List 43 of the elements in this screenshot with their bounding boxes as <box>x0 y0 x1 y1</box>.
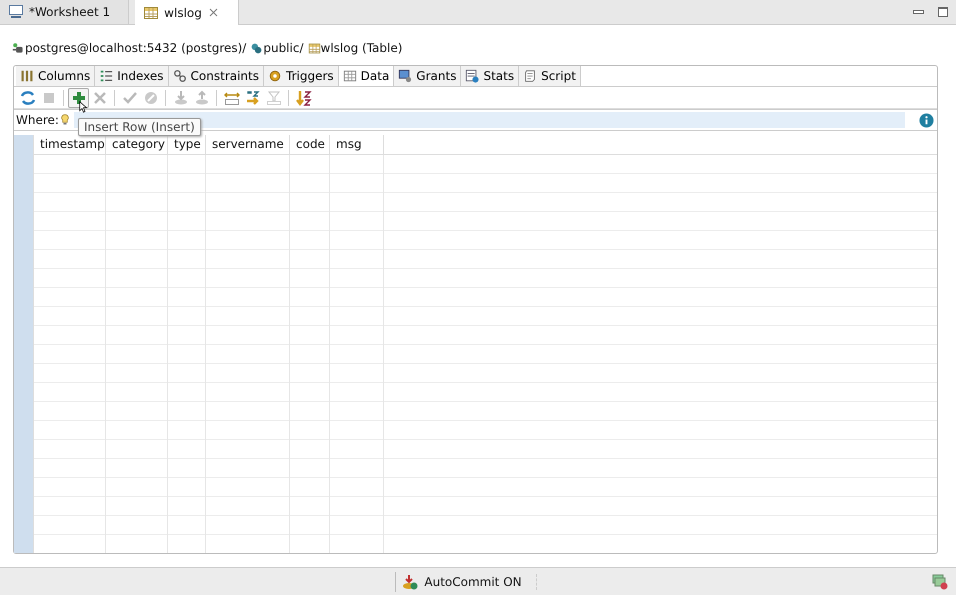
where-label: Where: <box>16 112 59 129</box>
list-icon <box>99 69 114 83</box>
plus-icon <box>70 90 86 106</box>
editor-tab[interactable]: wlslog <box>135 0 239 25</box>
cancel-icon <box>142 90 158 106</box>
close-icon[interactable] <box>206 6 220 19</box>
object-tab[interactable]: Constraints <box>168 66 264 86</box>
object-tab[interactable]: Triggers <box>264 66 339 86</box>
object-tab[interactable]: Indexes <box>95 66 169 86</box>
table-icon <box>308 42 320 54</box>
fit-columns-icon <box>224 90 240 106</box>
breadcrumb-item[interactable]: public/ <box>263 39 304 57</box>
grid-icon <box>342 69 357 83</box>
columns-icon <box>20 69 34 83</box>
object-tab[interactable]: Stats <box>461 66 520 86</box>
autocommit-status: AutoCommit ON <box>424 574 522 590</box>
check-icon <box>122 90 138 106</box>
refresh-icon <box>20 90 36 106</box>
table-icon <box>143 4 160 20</box>
breadcrumb-item[interactable]: wlslog (Table) <box>320 39 402 57</box>
autocommit-icon <box>402 574 418 590</box>
object-tab[interactable]: Columns <box>16 66 96 86</box>
info-icon <box>919 113 934 128</box>
plug-icon <box>12 42 25 54</box>
object-tab[interactable]: Grants <box>394 66 462 86</box>
chain-icon <box>172 69 187 83</box>
document-info-icon <box>465 69 480 83</box>
delete-icon <box>92 90 108 106</box>
import-icon <box>172 90 188 106</box>
object-tab[interactable]: Script <box>519 66 581 86</box>
filter-icon <box>266 90 282 106</box>
export-icon <box>194 90 210 106</box>
breadcrumb-item[interactable]: postgres@localhost:5432 (postgres)/ <box>25 39 246 57</box>
sort-icon <box>244 90 260 106</box>
editor-tab[interactable]: *Worksheet 1 <box>0 0 130 24</box>
tab-label: *Worksheet 1 <box>29 4 110 21</box>
tab-label: wlslog <box>164 4 202 22</box>
sql-document-icon <box>8 4 24 20</box>
tooltip: Insert Row (Insert) <box>78 118 201 136</box>
notification-icon <box>932 574 948 590</box>
schema-icon <box>250 42 264 54</box>
sort-descending-icon <box>296 90 312 106</box>
script-icon <box>523 69 538 83</box>
